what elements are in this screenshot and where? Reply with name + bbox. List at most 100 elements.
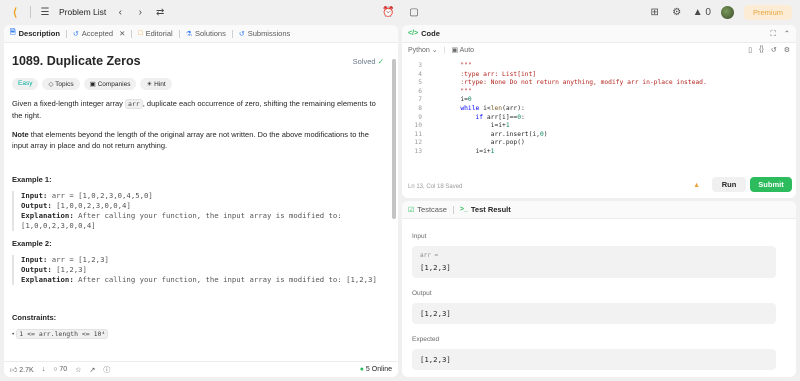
topics-chip[interactable]: ◇ Topics bbox=[42, 78, 80, 90]
tab-testcase[interactable]: ☑ Testcase bbox=[408, 205, 447, 214]
check-circle-icon: ✓ bbox=[377, 57, 384, 66]
line-number: 12 bbox=[414, 139, 422, 147]
premium-button[interactable]: Premium bbox=[743, 4, 792, 20]
comment-icon: ○ bbox=[53, 366, 58, 373]
thumbs-down-icon: ↓ bbox=[41, 366, 46, 373]
left-tabs: 🗎 Description ↺ Accepted ✕ □ Editorial ⚗ Solu… bbox=[4, 25, 398, 43]
expected-box: [1,2,3] bbox=[412, 349, 776, 370]
code-line: 5 :rtype: None Do not return anything, m… bbox=[402, 79, 796, 88]
tab-accepted[interactable]: ↺ Accepted ✕ bbox=[73, 29, 125, 38]
output-box: [1,2,3] bbox=[412, 303, 776, 324]
code-line: 8 while i<len(arr): bbox=[402, 105, 796, 114]
code-line: 9 if arr[i]==0: bbox=[402, 114, 796, 123]
code-panel: </> Code ⛶ ⌃ Python ⌄ | ▣ Auto ▯ {} ↺ ⚙ 3… bbox=[402, 25, 796, 198]
list-icon[interactable]: ☰ bbox=[39, 7, 51, 18]
divider bbox=[65, 29, 67, 38]
help-button[interactable]: ⓘ bbox=[103, 365, 110, 375]
editor-actions: ▯ {} ↺ ⚙ bbox=[748, 46, 790, 54]
lock-icon: ▣ bbox=[89, 81, 96, 88]
code-text: i=i+1 bbox=[430, 122, 510, 130]
reset-icon[interactable]: ↺ bbox=[771, 46, 777, 54]
braces-icon[interactable]: {} bbox=[759, 46, 764, 54]
code-tabs: </> Code ⛶ ⌃ bbox=[402, 25, 796, 43]
result-body: Input arr = [1,2,3] Output [1,2,3] Expec… bbox=[402, 219, 796, 377]
code-text: i=i+1 bbox=[430, 147, 495, 155]
example-2-box: Input: arr = [1,2,3] Output: [1,2,3] Exp… bbox=[12, 255, 390, 285]
chevron-left-icon[interactable]: ‹ bbox=[114, 7, 126, 18]
line-number: 10 bbox=[414, 122, 422, 130]
settings-icon[interactable]: ⚙ bbox=[784, 46, 790, 54]
tab-editorial[interactable]: □ Editorial bbox=[138, 29, 172, 38]
problem-list-link[interactable]: Problem List bbox=[59, 7, 106, 17]
timer-icon[interactable]: ⏰ bbox=[382, 7, 394, 18]
description-paragraph: Given a fixed-length integer array arr, … bbox=[12, 99, 376, 120]
streak-count: 0 bbox=[705, 6, 711, 18]
expand-icon[interactable]: ⛶ bbox=[770, 29, 775, 39]
share-icon: ↗ bbox=[89, 366, 96, 374]
inline-code: arr bbox=[124, 99, 143, 109]
code-text: if arr[i]==0: bbox=[475, 113, 525, 121]
input-value: [1,2,3] bbox=[420, 263, 451, 272]
streak-icon[interactable]: ▲ 0 bbox=[693, 7, 711, 18]
output-label: Output bbox=[412, 290, 432, 297]
tab-description[interactable]: 🗎 Description bbox=[10, 28, 60, 39]
layout-icon[interactable]: ⊞ bbox=[649, 7, 661, 18]
run-button[interactable]: Run bbox=[712, 177, 746, 192]
dislike-button[interactable]: ↓ bbox=[42, 366, 46, 373]
code-icon: </> bbox=[408, 30, 419, 37]
companies-chip[interactable]: ▣ Companies bbox=[83, 78, 137, 90]
close-icon[interactable]: ✕ bbox=[119, 29, 125, 38]
online-dot-icon: ● bbox=[359, 366, 364, 373]
checkbox-icon: ☑ bbox=[408, 206, 415, 214]
like-button[interactable]: 👍︎ 2.7K bbox=[10, 365, 34, 374]
tab-test-result[interactable]: >_ Test Result bbox=[460, 205, 511, 214]
chevron-right-icon[interactable]: › bbox=[134, 7, 146, 18]
line-number: 4 bbox=[418, 70, 422, 78]
submit-button[interactable]: Submit bbox=[750, 177, 792, 192]
scrollbar[interactable] bbox=[392, 59, 396, 219]
line-number: 3 bbox=[418, 62, 422, 69]
settings-icon[interactable]: ⚙ bbox=[671, 7, 683, 18]
example-2-title: Example 2: bbox=[12, 239, 52, 248]
leetcode-logo[interactable]: ⟨ bbox=[8, 5, 22, 19]
code-line: 11 arr.insert(i,0) bbox=[402, 131, 796, 140]
bookmark-icon[interactable]: ▯ bbox=[748, 46, 752, 54]
nav-right: ⊞ ⚙ ▲ 0 Premium bbox=[649, 4, 792, 20]
example-1-title: Example 1: bbox=[12, 175, 52, 184]
lock-icon: ▣ bbox=[451, 47, 459, 54]
code-text: i=0 bbox=[430, 96, 472, 104]
history-icon: ↺ bbox=[72, 30, 79, 38]
thumbs-up-icon: 👍︎ bbox=[10, 367, 18, 374]
line-number: 9 bbox=[418, 113, 422, 121]
tab-solutions[interactable]: ⚗ Solutions bbox=[186, 29, 226, 38]
tab-code[interactable]: </> Code bbox=[408, 29, 440, 38]
code-text: """ bbox=[430, 87, 472, 95]
comments-button[interactable]: ○ 70 bbox=[53, 366, 67, 373]
flask-icon: ⚗ bbox=[185, 30, 192, 38]
divider: | bbox=[443, 46, 446, 54]
tab-submissions[interactable]: ↺ Submissions bbox=[239, 29, 290, 38]
share-button[interactable]: ↗ bbox=[89, 366, 95, 374]
shuffle-icon[interactable]: ⇄ bbox=[154, 7, 166, 18]
code-line: 7 i=0 bbox=[402, 96, 796, 105]
collapse-icon[interactable]: ⌃ bbox=[784, 29, 790, 39]
avatar[interactable] bbox=[720, 5, 734, 19]
code-line: 3 """ bbox=[402, 62, 796, 71]
nav-left: ⟨ ☰ Problem List ‹ › ⇄ bbox=[8, 5, 166, 19]
divider bbox=[30, 6, 31, 18]
cursor-status: Ln 13, Col 18 Saved bbox=[408, 184, 463, 190]
favorite-button[interactable]: ☆ bbox=[75, 366, 81, 374]
notification-icon[interactable]: ▲ bbox=[693, 182, 700, 189]
description-panel: 🗎 Description ↺ Accepted ✕ □ Editorial ⚗ Solu… bbox=[4, 25, 398, 377]
code-text: :rtype: None Do not return anything, mod… bbox=[430, 79, 707, 87]
constraint-item: • 1 <= arr.length <= 10⁴ bbox=[12, 329, 390, 339]
auto-mode[interactable]: ▣ Auto bbox=[451, 46, 474, 54]
problem-title[interactable]: 1089. Duplicate Zeros bbox=[12, 54, 390, 68]
hint-chip[interactable]: ☀ Hint bbox=[140, 78, 172, 90]
note-icon[interactable]: ▢ bbox=[408, 7, 420, 18]
line-number: 7 bbox=[418, 96, 422, 104]
code-editor[interactable]: 3 """ 4 :type arr: List[int] 5 :rtype: Non… bbox=[402, 57, 796, 167]
constraints-title: Constraints: bbox=[12, 313, 57, 322]
language-select[interactable]: Python ⌄ bbox=[408, 46, 438, 54]
solved-status: Solved ✓ bbox=[352, 57, 384, 66]
